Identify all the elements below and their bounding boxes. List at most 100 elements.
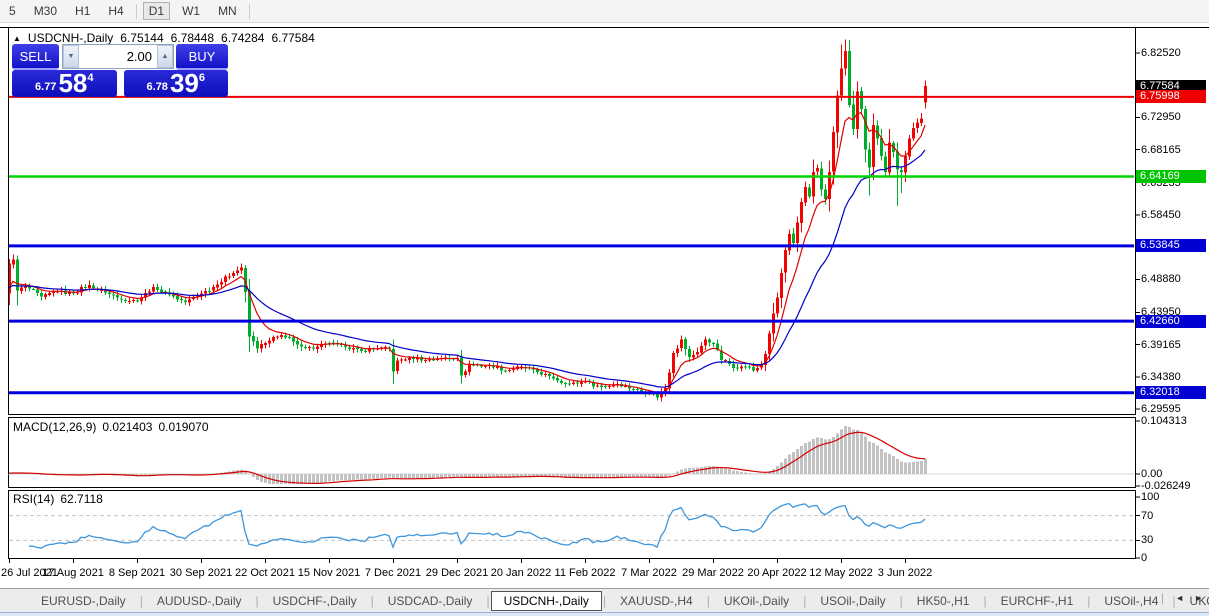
trading-terminal-window: 5M30H1H4D1W1MN ▲ USDCNH-,Daily 6.75144 6… <box>0 0 1209 616</box>
candle-body <box>680 340 683 348</box>
chart-tab-audusd[interactable]: AUDUSD-,Daily <box>144 591 255 611</box>
candle-body <box>560 381 563 383</box>
chart-tab-usdchf[interactable]: USDCHF-,Daily <box>260 591 370 611</box>
volume-increase-button[interactable]: ▲ <box>157 45 173 68</box>
candle-body <box>712 343 715 344</box>
macd-bar <box>792 452 795 474</box>
candle-body <box>788 234 791 250</box>
macd-bar <box>412 474 415 479</box>
macd-bar <box>252 474 255 477</box>
collapse-arrow-icon[interactable]: ▲ <box>13 34 21 43</box>
candle-body <box>604 386 607 387</box>
candle-body <box>568 383 571 384</box>
date-label: 11 Feb 2022 <box>555 567 616 579</box>
candle-body <box>508 370 511 371</box>
macd-bar <box>796 449 799 474</box>
buy-button[interactable]: BUY <box>176 44 228 70</box>
candle-body <box>808 187 811 196</box>
candle-body <box>316 347 319 349</box>
macd-bar <box>616 474 619 477</box>
tab-separator: | <box>603 594 606 608</box>
candle-body <box>268 341 271 344</box>
macd-bar <box>620 474 623 477</box>
candle-body <box>304 347 307 348</box>
tab-separator: | <box>140 594 143 608</box>
volume-input[interactable] <box>79 45 157 68</box>
macd-bar <box>452 474 455 477</box>
date-label: 12 May 2022 <box>809 567 873 579</box>
tab-separator: | <box>256 594 259 608</box>
sell-price-display[interactable]: 6.77584 <box>12 70 117 97</box>
macd-bar <box>360 474 363 480</box>
chart-tab-usdcnh[interactable]: USDCNH-,Daily <box>491 591 602 611</box>
candle-body <box>404 360 407 361</box>
macd-bar <box>628 474 631 477</box>
chart-tab-usdcad[interactable]: USDCAD-,Daily <box>375 591 486 611</box>
price-badge: 6.53845 <box>1136 239 1206 252</box>
candle-body <box>744 366 747 367</box>
macd-bar <box>484 474 487 477</box>
candle-body <box>820 168 823 189</box>
chart-tab-ukoil[interactable]: UKOil-,Daily <box>711 591 802 611</box>
macd-bar <box>372 474 375 479</box>
date-label: 22 Oct 2021 <box>235 567 295 579</box>
macd-bar <box>496 474 499 477</box>
candle-body <box>264 343 267 345</box>
macd-bar <box>624 474 627 477</box>
candle-body <box>840 69 843 96</box>
date-label: 15 Nov 2021 <box>298 567 360 579</box>
macd-bar <box>852 430 855 474</box>
candle-body <box>860 91 863 109</box>
macd-bar <box>904 463 907 474</box>
macd-bar <box>520 474 523 476</box>
macd-bar <box>8 474 11 475</box>
candle-body <box>924 86 927 102</box>
candle-body <box>512 369 515 370</box>
candle-body <box>700 346 703 353</box>
chart-tab-eurusd[interactable]: EURUSD-,Daily <box>28 591 139 611</box>
candle-body <box>432 360 435 361</box>
tab-scroll-left-button[interactable]: ◄ <box>1175 593 1184 603</box>
macd-bar <box>388 474 391 478</box>
macd-bar <box>876 446 879 474</box>
symbol-period-label: USDCNH-,Daily <box>28 31 113 45</box>
candle-body <box>344 345 347 347</box>
candle-body <box>916 122 919 128</box>
open-value: 6.75144 <box>120 31 163 45</box>
candle-body <box>504 370 507 371</box>
volume-decrease-button[interactable]: ▼ <box>63 45 79 68</box>
candle-body <box>124 300 127 301</box>
candle-body <box>228 277 231 278</box>
chart-tab-eurchf[interactable]: EURCHF-,H1 <box>988 591 1087 611</box>
candle-body <box>364 351 367 352</box>
macd-bar <box>728 469 731 474</box>
candle-body <box>88 285 91 288</box>
macd-bar <box>840 430 843 474</box>
sell-button[interactable]: SELL <box>12 44 59 70</box>
macd-bar <box>444 474 447 477</box>
macd-bar <box>156 474 159 475</box>
candle-body <box>112 294 115 295</box>
chart-tab-xauusd[interactable]: XAUUSD-,H4 <box>607 591 706 611</box>
date-label: 8 Sep 2021 <box>109 567 165 579</box>
candle-body <box>308 347 311 348</box>
macd-bar <box>368 474 371 479</box>
date-label: 29 Dec 2021 <box>426 567 488 579</box>
price-tick-label: 6.39165 <box>1141 339 1181 352</box>
chart-tab-hk50[interactable]: HK50-,H1 <box>904 591 983 611</box>
tab-scroll-right-button[interactable]: ► <box>1194 593 1203 603</box>
candle-body <box>36 290 39 293</box>
one-click-trading-panel: SELL ▼ ▲ BUY 6.77584 6.78396 <box>12 44 228 97</box>
buy-price-display[interactable]: 6.78396 <box>124 70 229 97</box>
candle-body <box>204 291 207 294</box>
macd-bar <box>152 474 155 475</box>
chart-tab-usoil[interactable]: USOil-,Daily <box>807 591 898 611</box>
candle-body <box>800 202 803 223</box>
macd-bar <box>432 474 435 478</box>
macd-bar <box>376 474 379 479</box>
macd-indicator-header: MACD(12,26,9) 0.021403 0.019070 <box>13 420 209 434</box>
tab-separator: | <box>707 594 710 608</box>
macd-bar <box>676 471 679 474</box>
candle-body <box>780 273 783 298</box>
macd-bar <box>752 473 755 474</box>
